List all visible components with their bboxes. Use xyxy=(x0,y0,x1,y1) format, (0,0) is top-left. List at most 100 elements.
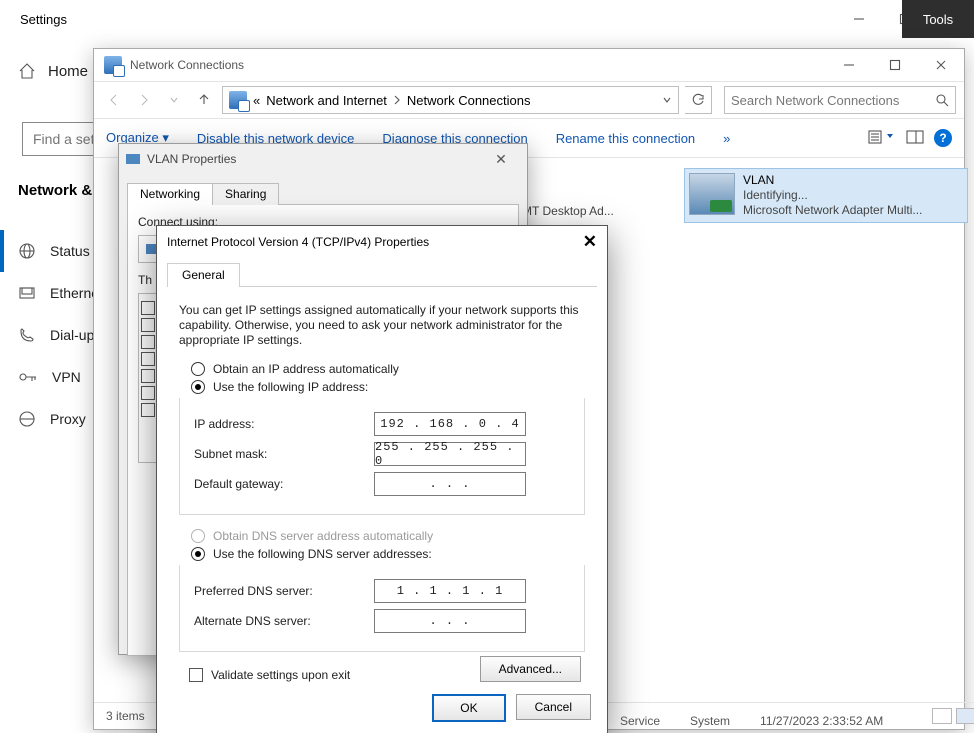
radio-obtain-dns-auto: Obtain DNS server address automatically xyxy=(191,529,585,543)
alternate-dns-input[interactable]: . . . xyxy=(374,609,526,633)
details-view-button[interactable] xyxy=(932,708,952,724)
settings-home-link[interactable]: Home xyxy=(18,62,88,80)
nc-title: Network Connections xyxy=(130,58,244,72)
ip-address-group: IP address:192 . 168 . 0 . 4 Subnet mask… xyxy=(179,398,585,515)
vlan-properties-title: VLAN Properties xyxy=(147,152,236,166)
advanced-button[interactable]: Advanced... xyxy=(480,656,581,682)
radio-icon xyxy=(191,380,205,394)
syspeek-col: System xyxy=(690,714,730,728)
radio-label: Obtain DNS server address automatically xyxy=(213,529,433,543)
forward-button[interactable] xyxy=(132,88,156,112)
ipv4-body: You can get IP settings assigned automat… xyxy=(157,287,607,694)
ipv4-footer: OK Cancel xyxy=(432,694,591,722)
radio-obtain-ip-auto[interactable]: Obtain an IP address automatically xyxy=(191,362,585,376)
maximize-button[interactable] xyxy=(872,49,918,81)
ethernet-icon xyxy=(18,284,36,302)
checkbox[interactable] xyxy=(141,301,155,315)
rename-button[interactable]: Rename this connection xyxy=(556,131,695,146)
settings-titlebar: Settings xyxy=(0,0,974,39)
minimize-button[interactable] xyxy=(836,4,882,34)
vlan-properties-tabs: Networking Sharing xyxy=(127,182,519,205)
home-icon xyxy=(18,62,36,80)
adapter-name: VLAN xyxy=(743,173,922,188)
nc-address-bar: « Network and Internet Network Connectio… xyxy=(94,81,964,119)
preferred-dns-input[interactable]: 1 . 1 . 1 . 1 xyxy=(374,579,526,603)
breadcrumb[interactable]: « Network and Internet Network Connectio… xyxy=(222,86,679,114)
tab-networking[interactable]: Networking xyxy=(127,183,213,205)
network-icon xyxy=(104,56,122,74)
nav-item-label: Dial-up xyxy=(50,327,94,343)
radio-use-following-dns[interactable]: Use the following DNS server addresses: xyxy=(191,547,585,561)
background-row-peek: Service System 11/27/2023 2:33:52 AM xyxy=(620,714,883,728)
nav-item-label: Proxy xyxy=(50,411,86,427)
checkbox[interactable] xyxy=(141,386,155,400)
ipv4-titlebar: Internet Protocol Version 4 (TCP/IPv4) P… xyxy=(157,226,607,258)
chevron-down-icon[interactable] xyxy=(662,95,672,105)
default-gateway-input[interactable]: . . . xyxy=(374,472,526,496)
radio-use-following-ip[interactable]: Use the following IP address: xyxy=(191,380,585,394)
search-icon xyxy=(935,93,949,107)
dns-group: Preferred DNS server:1 . 1 . 1 . 1 Alter… xyxy=(179,565,585,652)
subnet-mask-input[interactable]: 255 . 255 . 255 . 0 xyxy=(374,442,526,466)
nc-search-box[interactable]: Search Network Connections xyxy=(724,86,956,114)
proxy-icon xyxy=(18,410,36,428)
breadcrumb-segment[interactable]: Network and Internet xyxy=(266,93,387,108)
breadcrumb-segment[interactable]: Network Connections xyxy=(407,93,531,108)
syspeek-col: Service xyxy=(620,714,660,728)
radio-label: Use the following DNS server addresses: xyxy=(213,547,432,561)
preview-pane-button[interactable] xyxy=(906,130,924,147)
ip-address-label: IP address: xyxy=(194,417,374,431)
checkbox[interactable] xyxy=(141,369,155,383)
checkbox[interactable] xyxy=(141,352,155,366)
large-icons-view-button[interactable] xyxy=(956,708,974,724)
ip-address-input[interactable]: 192 . 168 . 0 . 4 xyxy=(374,412,526,436)
adapter-status: Identifying... xyxy=(743,188,922,203)
checkbox[interactable] xyxy=(141,403,155,417)
refresh-button[interactable] xyxy=(685,86,712,114)
tab-general[interactable]: General xyxy=(167,263,240,287)
adapter-small-icon xyxy=(125,151,141,167)
view-options-button[interactable] xyxy=(868,129,896,148)
adapter-text: VLAN Identifying... Microsoft Network Ad… xyxy=(743,173,922,218)
syspeek-col: 11/27/2023 2:33:52 AM xyxy=(760,714,883,728)
phone-icon xyxy=(18,326,36,344)
radio-label: Obtain an IP address automatically xyxy=(213,362,399,376)
tab-sharing[interactable]: Sharing xyxy=(212,183,279,205)
cancel-button[interactable]: Cancel xyxy=(516,694,591,720)
radio-label: Use the following IP address: xyxy=(213,380,368,394)
ok-button[interactable]: OK xyxy=(432,694,505,722)
radio-icon xyxy=(191,362,205,376)
ipv4-tabs: General xyxy=(167,262,597,287)
vlan-properties-titlebar: VLAN Properties ✕ xyxy=(119,144,527,174)
vpn-icon xyxy=(18,369,38,385)
adapter-driver: Microsoft Network Adapter Multi... xyxy=(743,203,922,218)
ipv4-title: Internet Protocol Version 4 (TCP/IPv4) P… xyxy=(167,235,429,249)
up-button[interactable] xyxy=(192,88,216,112)
default-gateway-label: Default gateway: xyxy=(194,477,374,491)
breadcrumb-prefix: « xyxy=(253,93,260,108)
globe-icon xyxy=(18,242,36,260)
minimize-button[interactable] xyxy=(826,49,872,81)
close-button[interactable] xyxy=(918,49,964,81)
close-button[interactable]: ✕ xyxy=(481,151,521,168)
help-button[interactable]: ? xyxy=(934,129,952,147)
checkbox-icon xyxy=(189,668,203,682)
radio-icon xyxy=(191,547,205,561)
ipv4-properties-dialog: Internet Protocol Version 4 (TCP/IPv4) P… xyxy=(156,225,608,733)
settings-title: Settings xyxy=(0,12,67,27)
checkbox[interactable] xyxy=(141,318,155,332)
network-icon xyxy=(229,91,247,109)
recent-dropdown[interactable] xyxy=(162,88,186,112)
settings-home-label: Home xyxy=(48,63,88,80)
adapter-item-vlan[interactable]: VLAN Identifying... Microsoft Network Ad… xyxy=(684,168,968,223)
nav-item-label: Status xyxy=(50,243,90,259)
ipv4-description: You can get IP settings assigned automat… xyxy=(179,303,585,348)
subnet-mask-label: Subnet mask: xyxy=(194,447,374,461)
close-button[interactable]: ✕ xyxy=(583,232,597,252)
back-button[interactable] xyxy=(102,88,126,112)
nc-search-placeholder: Search Network Connections xyxy=(731,93,929,108)
toolbar-overflow[interactable]: » xyxy=(723,131,730,146)
checkbox[interactable] xyxy=(141,335,155,349)
nav-item-label: VPN xyxy=(52,369,81,385)
tools-panel[interactable]: Tools xyxy=(902,0,974,38)
